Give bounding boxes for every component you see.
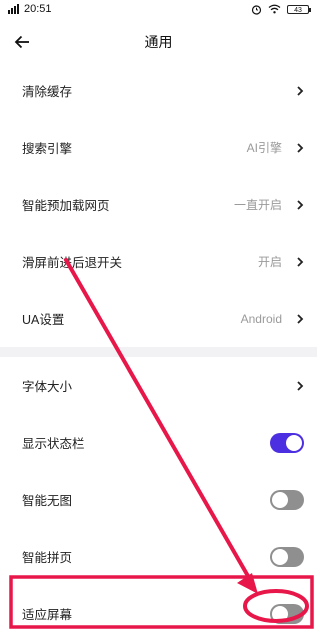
setting-font-size[interactable]: 字体大小 xyxy=(0,357,317,414)
setting-value: 一直开启 xyxy=(233,198,282,212)
chevron-right-icon xyxy=(297,313,304,324)
setting-value: AI引擎 xyxy=(246,141,282,155)
setting-label: 智能预加载网页 xyxy=(22,199,110,213)
setting-label: 清除缓存 xyxy=(22,85,73,99)
smart-paging-toggle[interactable] xyxy=(270,546,304,567)
setting-label: UA设置 xyxy=(22,313,65,327)
setting-label: 智能无图 xyxy=(22,494,73,508)
battery-icon: 43 xyxy=(287,4,311,14)
toggle-knob xyxy=(272,548,288,565)
chevron-right-icon xyxy=(297,199,304,210)
setting-label: 智能拼页 xyxy=(22,551,73,565)
status-time: 20:51 xyxy=(24,3,52,15)
setting-show-status-bar: 显示状态栏 xyxy=(0,414,317,471)
setting-label: 适应屏幕 xyxy=(22,608,73,622)
alarm-icon xyxy=(251,4,262,15)
header: 通用 xyxy=(0,22,317,62)
setting-label: 滑屏前进后退开关 xyxy=(22,256,123,270)
show-status-bar-toggle[interactable] xyxy=(270,432,304,453)
fit-screen-toggle[interactable] xyxy=(270,603,304,624)
setting-smart-paging: 智能拼页 xyxy=(0,528,317,585)
setting-fit-screen: 适应屏幕 xyxy=(0,585,317,642)
toggle-knob xyxy=(272,491,288,508)
setting-label: 搜索引擎 xyxy=(22,142,73,156)
setting-label: 显示状态栏 xyxy=(22,437,85,451)
toggle-knob xyxy=(272,605,288,622)
battery-level: 43 xyxy=(294,6,302,14)
chevron-right-icon xyxy=(297,85,304,96)
back-arrow-icon xyxy=(14,35,29,49)
back-button[interactable] xyxy=(10,30,34,54)
chevron-right-icon xyxy=(297,142,304,153)
chevron-right-icon xyxy=(297,380,304,391)
setting-ua[interactable]: UA设置 Android xyxy=(0,290,317,347)
setting-label: 字体大小 xyxy=(22,380,73,394)
setting-clear-cache[interactable]: 清除缓存 xyxy=(0,62,317,119)
signal-icon xyxy=(8,4,19,14)
chevron-right-icon xyxy=(297,256,304,267)
setting-value: Android xyxy=(240,311,282,326)
status-bar: 20:51 43 xyxy=(0,0,317,18)
smart-no-image-toggle[interactable] xyxy=(270,489,304,510)
section-divider xyxy=(0,347,317,357)
setting-search-engine[interactable]: 搜索引擎 AI引擎 xyxy=(0,119,317,176)
page-title: 通用 xyxy=(144,34,173,50)
setting-value: 开启 xyxy=(257,255,282,269)
toggle-knob xyxy=(286,434,302,451)
wifi-icon xyxy=(268,4,281,14)
setting-swipe-nav[interactable]: 滑屏前进后退开关 开启 xyxy=(0,233,317,290)
setting-smart-no-image: 智能无图 xyxy=(0,471,317,528)
settings-list: 清除缓存 搜索引擎 AI引擎 智能预加载网页 一直开启 滑屏前进后退开关 开启 … xyxy=(0,62,317,642)
setting-preload[interactable]: 智能预加载网页 一直开启 xyxy=(0,176,317,233)
